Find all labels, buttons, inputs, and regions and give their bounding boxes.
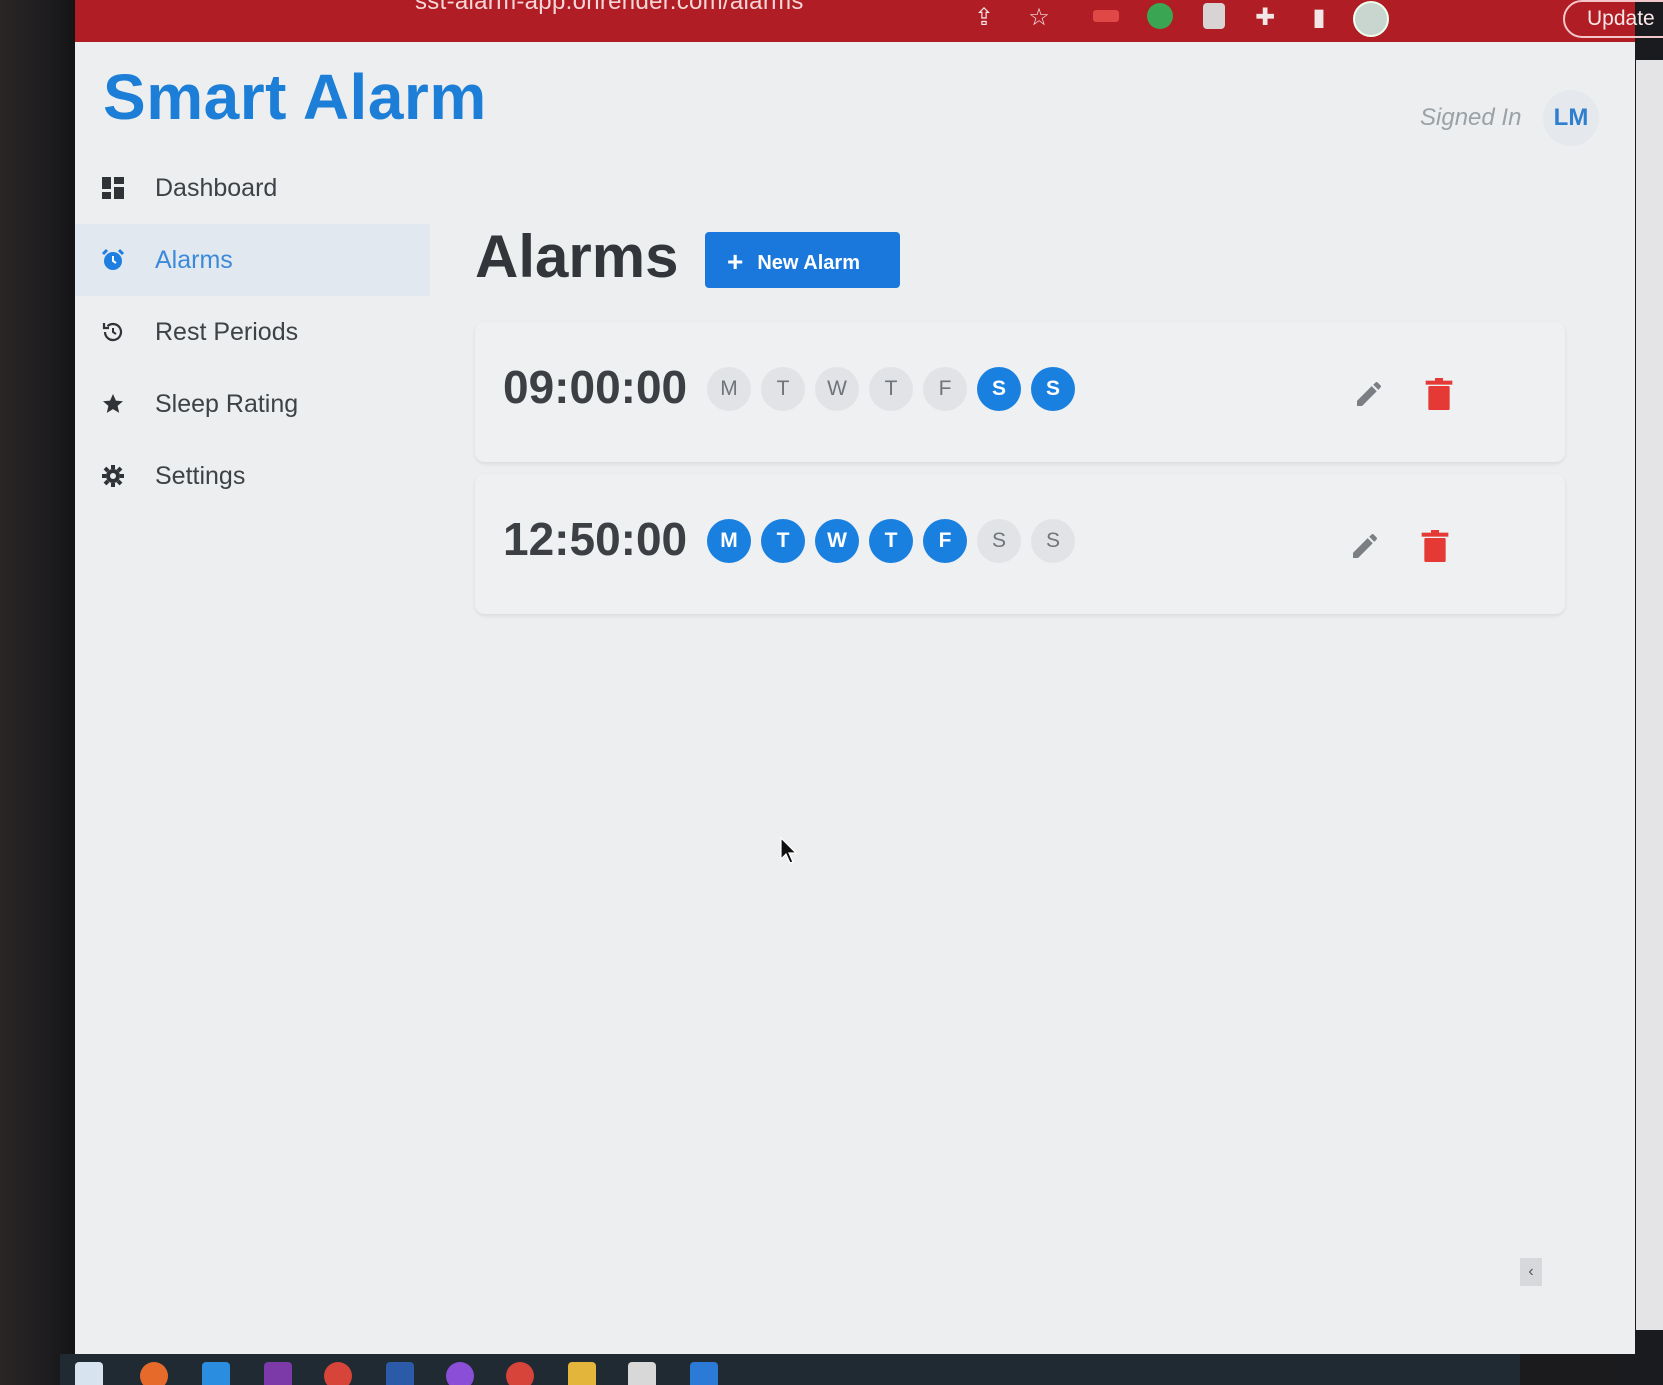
word-icon[interactable] [386, 1362, 414, 1385]
sidebar-item-label: Rest Periods [155, 317, 299, 346]
trash-icon [1425, 378, 1453, 410]
address-bar[interactable]: sst-alarm-app.onrender.com/alarms [415, 0, 804, 16]
day-toggle[interactable]: T [869, 367, 913, 411]
star-icon [99, 390, 127, 418]
extension-icon[interactable] [1203, 3, 1225, 29]
photo-left-edge [0, 0, 75, 1385]
extensions-puzzle-icon[interactable]: ✚ [1251, 4, 1279, 32]
day-toggle[interactable]: M [707, 367, 751, 411]
alarm-days: M T W T F S S [707, 519, 1075, 563]
onenote-icon[interactable] [264, 1362, 292, 1385]
signed-in-label: Signed In [1420, 104, 1522, 131]
file-explorer-icon[interactable] [568, 1362, 596, 1385]
sidebar-item-sleep-rating[interactable]: Sleep Rating [75, 368, 430, 440]
day-toggle[interactable]: T [761, 519, 805, 563]
browser-toolbar: sst-alarm-app.onrender.com/alarms ⇪ ☆ ✚ … [75, 0, 1663, 42]
sidebar-item-label: Settings [155, 461, 246, 490]
share-icon[interactable]: ⇪ [970, 4, 998, 32]
day-toggle[interactable]: S [977, 519, 1021, 563]
edit-alarm-button[interactable] [1343, 524, 1387, 568]
document-icon[interactable] [628, 1362, 656, 1385]
edit-alarm-button[interactable] [1347, 372, 1391, 416]
alarm-card: 12:50:00 M T W T F S S [475, 474, 1565, 614]
extension-icon[interactable] [1093, 10, 1119, 22]
day-toggle[interactable]: S [1031, 367, 1075, 411]
day-toggle[interactable]: F [923, 367, 967, 411]
dashboard-icon [99, 174, 127, 202]
new-alarm-button[interactable]: + New Alarm [705, 232, 900, 288]
day-toggle[interactable]: S [977, 367, 1021, 411]
day-toggle[interactable]: W [815, 519, 859, 563]
sidebar-item-alarms[interactable]: Alarms [75, 224, 430, 296]
store-icon[interactable] [202, 1362, 230, 1385]
sidebar-item-label: Alarms [155, 245, 233, 274]
gear-icon [99, 462, 127, 490]
sidebar-item-dashboard[interactable]: Dashboard [75, 152, 430, 224]
sidebar-item-label: Dashboard [155, 173, 278, 202]
day-toggle[interactable]: T [761, 367, 805, 411]
scroll-left-arrow-icon[interactable]: ‹ [1520, 1258, 1542, 1286]
sidebar-nav: Dashboard Alarms Rest Periods Sleep Rati… [75, 152, 430, 512]
day-toggle[interactable]: W [815, 367, 859, 411]
chrome-icon[interactable] [324, 1362, 352, 1385]
delete-alarm-button[interactable] [1417, 372, 1461, 416]
windows-start-icon[interactable] [75, 1362, 103, 1385]
day-toggle[interactable]: S [1031, 519, 1075, 563]
profile-avatar[interactable] [1353, 1, 1389, 37]
delete-alarm-button[interactable] [1413, 524, 1457, 568]
user-avatar[interactable]: LM [1543, 90, 1599, 146]
firefox-icon[interactable] [140, 1362, 168, 1385]
alarm-days: M T W T F S S [707, 367, 1075, 411]
sidebar-item-label: Sleep Rating [155, 389, 299, 418]
trash-icon [1421, 530, 1449, 562]
alarm-time: 09:00:00 [503, 361, 688, 413]
messenger-icon[interactable] [446, 1362, 474, 1385]
os-taskbar [60, 1354, 1520, 1385]
sidebar-item-settings[interactable]: Settings [75, 440, 430, 512]
plus-icon: + [727, 246, 744, 277]
history-icon [99, 318, 127, 346]
alarm-clock-icon [99, 246, 127, 274]
vscode-icon[interactable] [690, 1362, 718, 1385]
chrome-icon[interactable] [506, 1362, 534, 1385]
bookmark-star-icon[interactable]: ☆ [1025, 4, 1053, 32]
side-panel-icon[interactable]: ▮ [1305, 4, 1333, 32]
app-viewport: Smart Alarm Signed In LM Dashboard Alarm… [75, 42, 1635, 1354]
day-toggle[interactable]: F [923, 519, 967, 563]
browser-update-button[interactable]: Update ⋮ [1563, 0, 1663, 38]
alarm-time: 12:50:00 [503, 513, 688, 565]
page-title: Alarms [475, 223, 679, 290]
adjacent-window-sliver [1636, 60, 1663, 1330]
app-logo[interactable]: Smart Alarm [103, 60, 487, 134]
alarm-card: 09:00:00 M T W T F S S [475, 322, 1565, 462]
mouse-cursor-icon [780, 837, 798, 864]
day-toggle[interactable]: M [707, 519, 751, 563]
grammarly-extension-icon[interactable] [1147, 3, 1173, 29]
day-toggle[interactable]: T [869, 519, 913, 563]
sidebar-item-rest-periods[interactable]: Rest Periods [75, 296, 430, 368]
pencil-icon [1357, 382, 1381, 406]
pencil-icon [1353, 534, 1377, 558]
